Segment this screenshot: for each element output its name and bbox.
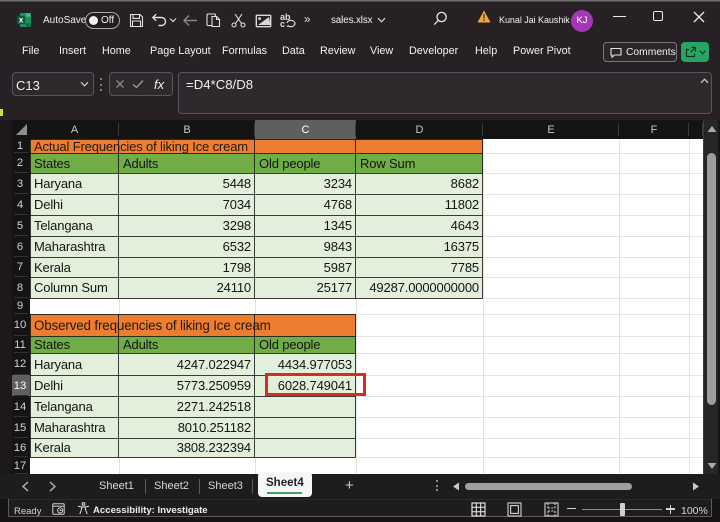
svg-text:x: x [19, 16, 24, 25]
